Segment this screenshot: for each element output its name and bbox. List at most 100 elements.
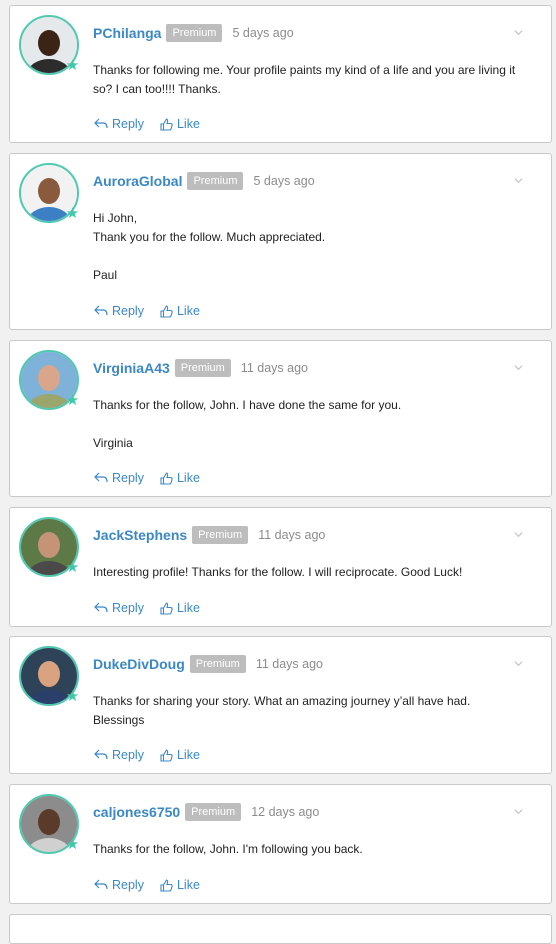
star-icon: ★ bbox=[65, 559, 80, 576]
comment-actions: Reply Like bbox=[94, 471, 216, 485]
comment-body: Hi John, Thank you for the follow. Much a… bbox=[93, 209, 533, 285]
comment-text-line: Interesting profile! Thanks for the foll… bbox=[93, 565, 463, 579]
comment-body: Interesting profile! Thanks for the foll… bbox=[93, 563, 533, 582]
premium-badge: Premium bbox=[189, 655, 246, 673]
premium-badge: Premium bbox=[185, 803, 242, 821]
reply-label: Reply bbox=[112, 117, 144, 131]
like-button[interactable]: Like bbox=[160, 304, 200, 318]
comment-card: ★ DukeDivDoug Premium 11 days ago Thanks… bbox=[9, 636, 552, 774]
like-button[interactable]: Like bbox=[160, 601, 200, 615]
star-icon: ★ bbox=[65, 392, 80, 409]
username-link[interactable]: PChilanga bbox=[93, 25, 161, 41]
star-icon: ★ bbox=[65, 836, 80, 853]
reply-icon bbox=[94, 472, 108, 483]
thumbs-up-icon bbox=[160, 601, 173, 615]
like-button[interactable]: Like bbox=[160, 117, 200, 131]
comment-text-line: Hi John, bbox=[93, 211, 138, 225]
comment-actions: Reply Like bbox=[94, 304, 216, 318]
comment-card: ★ VirginiaA43 Premium 11 days ago Thanks… bbox=[9, 340, 552, 497]
comment-card: ★ JackStephens Premium 11 days ago Inter… bbox=[9, 507, 552, 627]
comment-body: Thanks for the follow, John. I have done… bbox=[93, 396, 533, 453]
reply-button[interactable]: Reply bbox=[94, 117, 144, 131]
comment-card bbox=[9, 914, 552, 944]
like-label: Like bbox=[176, 748, 200, 762]
comment-text-line: Thanks for the follow, John. I'm followi… bbox=[93, 842, 363, 856]
reply-button[interactable]: Reply bbox=[94, 471, 144, 485]
username-link[interactable]: VirginiaA43 bbox=[93, 360, 170, 376]
comment-text-line: Blessings bbox=[93, 713, 145, 727]
reply-button[interactable]: Reply bbox=[94, 878, 144, 892]
chevron-down-icon[interactable] bbox=[514, 530, 523, 539]
timestamp: 5 days ago bbox=[253, 174, 315, 188]
reply-button[interactable]: Reply bbox=[94, 304, 144, 318]
reply-icon bbox=[94, 749, 108, 760]
comment-body: Thanks for following me. Your profile pa… bbox=[93, 61, 533, 99]
thumbs-up-icon bbox=[160, 471, 173, 485]
reply-button[interactable]: Reply bbox=[94, 748, 144, 762]
timestamp: 11 days ago bbox=[255, 657, 323, 671]
reply-label: Reply bbox=[112, 471, 144, 485]
comment-text-line: Thanks for sharing your story. What an a… bbox=[93, 694, 471, 708]
thumbs-up-icon bbox=[160, 304, 173, 318]
username-link[interactable]: caljones6750 bbox=[93, 804, 180, 820]
comment-header: VirginiaA43 Premium 11 days ago bbox=[93, 359, 308, 377]
username-link[interactable]: DukeDivDoug bbox=[93, 656, 185, 672]
timestamp: 11 days ago bbox=[258, 528, 326, 542]
thumbs-up-icon bbox=[160, 878, 173, 892]
username-link[interactable]: JackStephens bbox=[93, 527, 187, 543]
star-icon: ★ bbox=[65, 205, 80, 222]
like-button[interactable]: Like bbox=[160, 471, 200, 485]
chevron-down-icon[interactable] bbox=[514, 176, 523, 185]
like-label: Like bbox=[176, 471, 200, 485]
comment-text-line: so? I can too!!!! Thanks. bbox=[93, 82, 221, 96]
comment-text-line: Virginia bbox=[93, 436, 133, 450]
chevron-down-icon[interactable] bbox=[514, 807, 523, 816]
reply-icon bbox=[94, 879, 108, 890]
like-label: Like bbox=[176, 117, 200, 131]
comment-header: caljones6750 Premium 12 days ago bbox=[93, 803, 319, 821]
like-button[interactable]: Like bbox=[160, 878, 200, 892]
premium-badge: Premium bbox=[192, 526, 249, 544]
chevron-down-icon[interactable] bbox=[514, 28, 523, 37]
premium-badge: Premium bbox=[187, 172, 244, 190]
comment-actions: Reply Like bbox=[94, 748, 216, 762]
chevron-down-icon[interactable] bbox=[514, 659, 523, 668]
timestamp: 12 days ago bbox=[251, 805, 320, 819]
comment-text-line: Thanks for following me. Your profile pa… bbox=[93, 63, 516, 77]
like-label: Like bbox=[176, 878, 200, 892]
comment-card: ★ caljones6750 Premium 12 days ago Thank… bbox=[9, 784, 552, 904]
comment-actions: Reply Like bbox=[94, 601, 216, 615]
comment-actions: Reply Like bbox=[94, 117, 216, 131]
reply-icon bbox=[94, 602, 108, 613]
comment-header: PChilanga Premium 5 days ago bbox=[93, 24, 294, 42]
thumbs-up-icon bbox=[160, 117, 173, 131]
comment-text-line: Thanks for the follow, John. I have done… bbox=[93, 398, 402, 412]
like-label: Like bbox=[176, 304, 200, 318]
star-icon: ★ bbox=[65, 688, 80, 705]
reply-icon bbox=[94, 118, 108, 129]
like-button[interactable]: Like bbox=[160, 748, 200, 762]
comment-card: ★ PChilanga Premium 5 days ago Thanks fo… bbox=[9, 5, 552, 143]
thumbs-up-icon bbox=[160, 748, 173, 762]
star-icon: ★ bbox=[65, 57, 80, 74]
comment-card: ★ AuroraGlobal Premium 5 days ago Hi Joh… bbox=[9, 153, 552, 330]
reply-icon bbox=[94, 305, 108, 316]
timestamp: 11 days ago bbox=[240, 361, 308, 375]
reply-label: Reply bbox=[112, 601, 144, 615]
comment-header: AuroraGlobal Premium 5 days ago bbox=[93, 172, 315, 190]
reply-button[interactable]: Reply bbox=[94, 601, 144, 615]
comment-actions: Reply Like bbox=[94, 878, 216, 892]
premium-badge: Premium bbox=[166, 24, 223, 42]
comment-body: Thanks for sharing your story. What an a… bbox=[93, 692, 533, 730]
username-link[interactable]: AuroraGlobal bbox=[93, 173, 182, 189]
comment-body: Thanks for the follow, John. I'm followi… bbox=[93, 840, 533, 859]
reply-label: Reply bbox=[112, 304, 144, 318]
premium-badge: Premium bbox=[174, 359, 231, 377]
comment-header: DukeDivDoug Premium 11 days ago bbox=[93, 655, 323, 673]
like-label: Like bbox=[176, 601, 200, 615]
reply-label: Reply bbox=[112, 748, 144, 762]
chevron-down-icon[interactable] bbox=[514, 363, 523, 372]
timestamp: 5 days ago bbox=[232, 26, 294, 40]
